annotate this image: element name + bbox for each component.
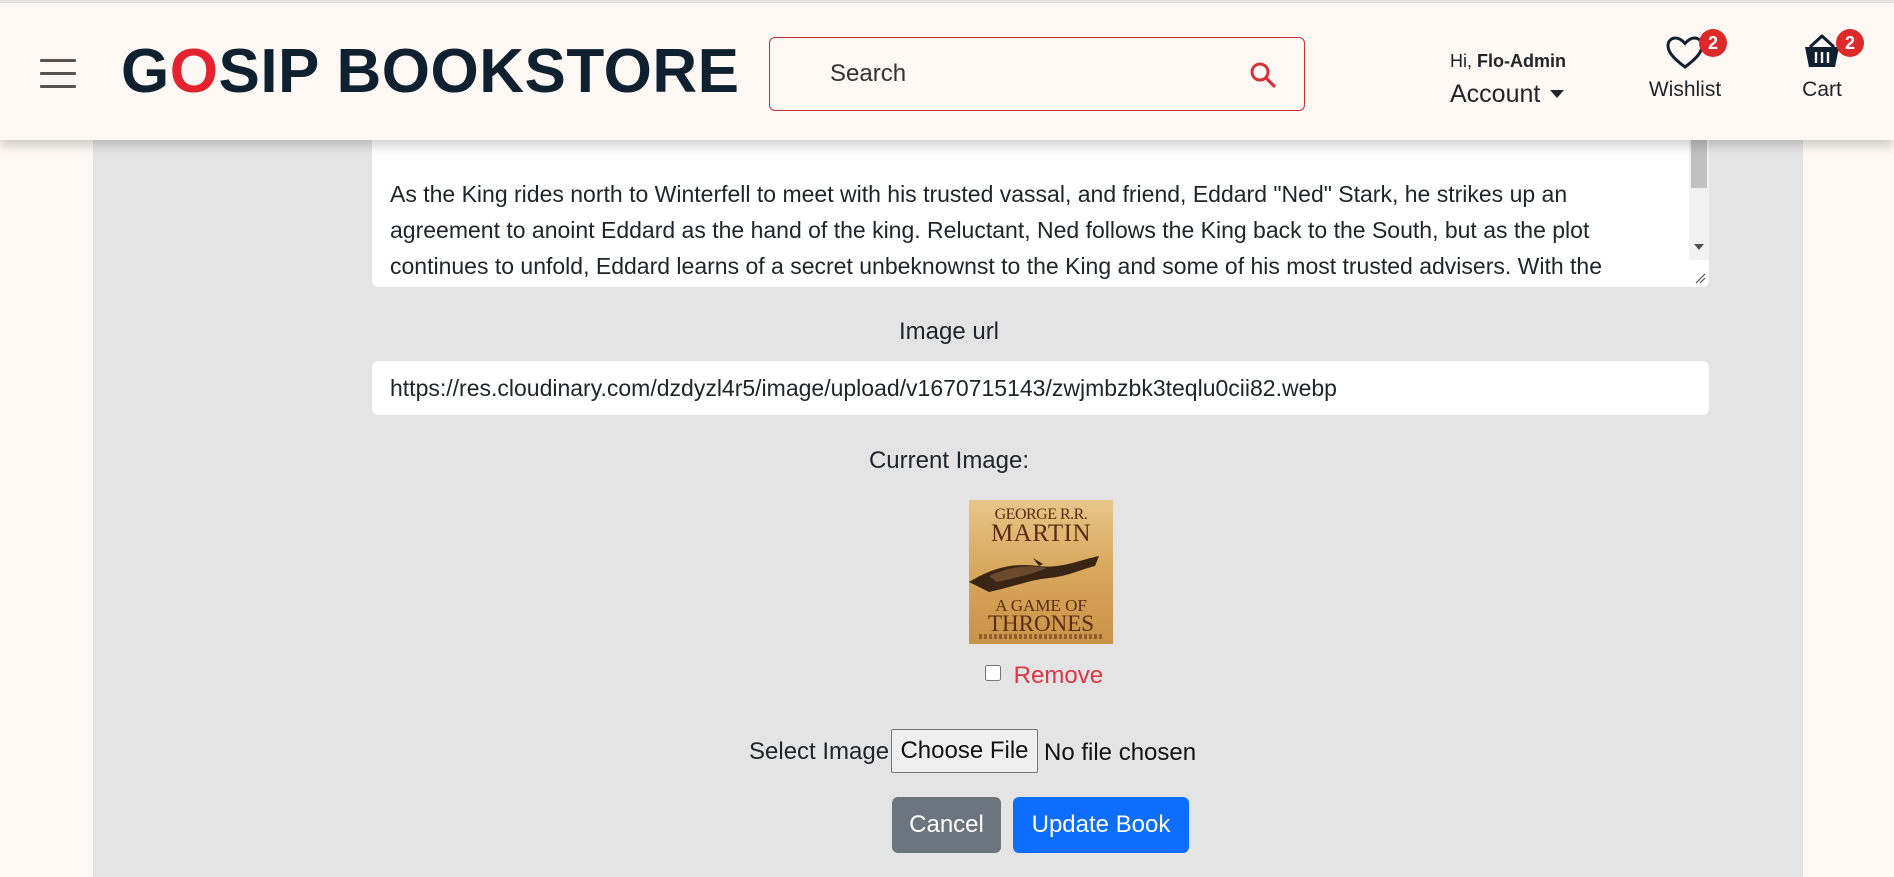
cart-link[interactable]: 2 Cart bbox=[1800, 29, 1864, 102]
current-image-label: Current Image: bbox=[868, 447, 1030, 474]
image-url-input[interactable] bbox=[372, 361, 1709, 415]
site-logo[interactable]: GOSIP BOOKSTORE bbox=[121, 39, 739, 105]
remove-image-row: Remove bbox=[985, 662, 1103, 690]
logo-letter-g: G bbox=[121, 37, 170, 106]
username: Flo-Admin bbox=[1477, 51, 1566, 71]
logo-rest: SIP BOOKSTORE bbox=[218, 37, 740, 106]
cover-author-last: MARTIN bbox=[990, 520, 1092, 547]
description-text: As the King rides north to Winterfell to… bbox=[390, 181, 1603, 279]
wishlist-count-badge: 2 bbox=[1699, 29, 1727, 57]
select-image-label: Select Image bbox=[749, 738, 890, 765]
remove-image-label[interactable]: Remove bbox=[1014, 662, 1103, 689]
choose-file-button[interactable]: Choose File bbox=[891, 729, 1038, 773]
cart-count-badge: 2 bbox=[1836, 29, 1864, 57]
cart-label: Cart bbox=[1802, 78, 1842, 101]
caret-down-icon bbox=[1550, 90, 1565, 98]
user-menu: Hi, Flo-Admin Account bbox=[1450, 51, 1566, 109]
site-header: GOSIP BOOKSTORE Hi, Flo-Admin Account 2 … bbox=[0, 0, 1894, 140]
account-label: Account bbox=[1450, 80, 1541, 108]
dragon-emblem-icon bbox=[969, 556, 1099, 592]
menu-icon[interactable] bbox=[40, 59, 76, 89]
scroll-down-arrow-icon[interactable] bbox=[1694, 244, 1704, 250]
search-icon[interactable] bbox=[1248, 60, 1278, 90]
current-book-cover-image: GEORGE R.R. MARTIN A GAME OF THRONES bbox=[969, 500, 1113, 644]
no-file-status: No file chosen bbox=[1044, 739, 1197, 766]
textarea-scrollbar[interactable] bbox=[1689, 130, 1709, 260]
search-bar bbox=[769, 37, 1305, 111]
logo-letter-o: O bbox=[169, 37, 219, 106]
wishlist-link[interactable]: 2 Wishlist bbox=[1645, 29, 1727, 102]
resize-handle-icon[interactable] bbox=[1694, 272, 1706, 284]
cancel-button[interactable]: Cancel bbox=[892, 797, 1001, 853]
account-dropdown[interactable]: Account bbox=[1450, 80, 1566, 109]
image-url-label: Image url bbox=[898, 318, 1000, 345]
cover-blurb bbox=[979, 634, 1103, 639]
description-textarea[interactable]: As the King rides north to Winterfell to… bbox=[372, 130, 1709, 287]
remove-image-checkbox[interactable] bbox=[985, 665, 1001, 681]
greeting-prefix: Hi, bbox=[1450, 51, 1472, 71]
wishlist-label: Wishlist bbox=[1648, 78, 1722, 101]
search-input[interactable] bbox=[830, 56, 1230, 92]
user-greeting: Hi, Flo-Admin bbox=[1450, 51, 1566, 72]
update-book-button[interactable]: Update Book bbox=[1013, 797, 1189, 853]
